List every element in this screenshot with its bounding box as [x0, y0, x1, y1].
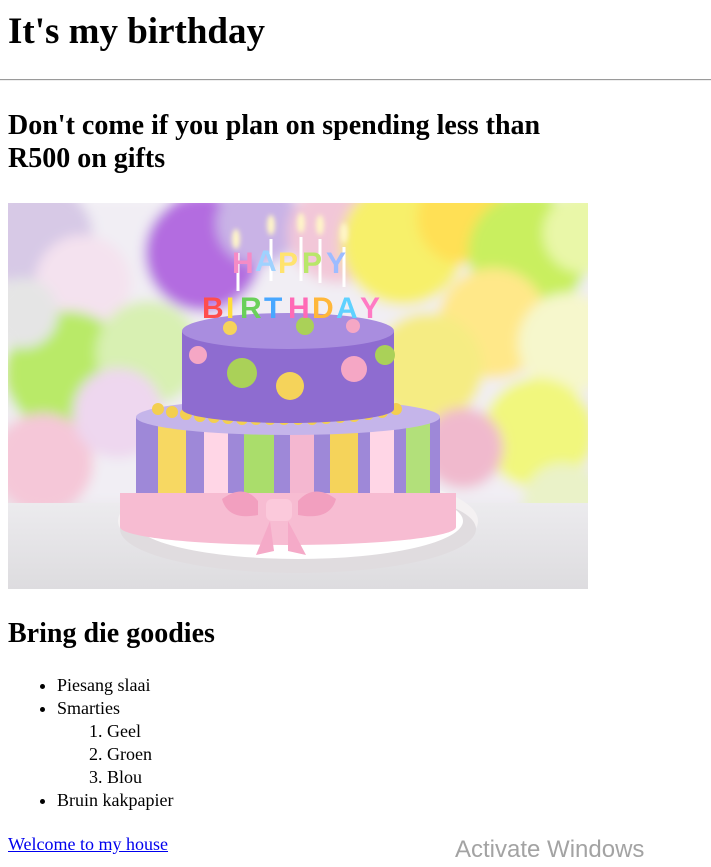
svg-text:B: B [202, 292, 224, 325]
svg-text:H: H [232, 247, 254, 280]
list-item: Geel [107, 720, 711, 743]
list-item: Smarties Geel Groen Blou [57, 697, 711, 789]
svg-text:H: H [288, 292, 310, 325]
svg-text:Y: Y [360, 292, 380, 325]
page-title: It's my birthday [8, 11, 265, 52]
list-item: Blou [107, 766, 711, 789]
svg-text:A: A [336, 292, 358, 325]
gift-notice-heading: Don't come if you plan on spending less … [8, 110, 541, 174]
activate-windows-watermark: Activate Windows [455, 836, 645, 863]
smarties-colors-list: Geel Groen Blou [57, 720, 711, 789]
svg-text:P: P [302, 247, 322, 280]
page-content: It's my birthday Don't come if you plan … [0, 0, 711, 856]
svg-text:D: D [312, 292, 334, 325]
svg-text:P: P [278, 247, 298, 280]
birthday-cake-image: H A P P Y B I R T H D A Y [8, 203, 588, 589]
list-item: Groen [107, 743, 711, 766]
list-item-label: Smarties [57, 698, 120, 718]
list-item-label: Bruin kakpapier [57, 790, 174, 810]
svg-text:T: T [264, 292, 282, 325]
svg-text:R: R [240, 292, 262, 325]
list-item: Bruin kakpapier [57, 789, 711, 812]
divider [0, 79, 711, 81]
svg-text:A: A [255, 245, 277, 278]
goodies-list: Piesang slaai Smarties Geel Groen Blou B… [8, 674, 711, 812]
welcome-link[interactable]: Welcome to my house [8, 833, 168, 856]
svg-text:Y: Y [326, 247, 346, 280]
svg-text:I: I [226, 292, 234, 325]
list-item: Piesang slaai [57, 674, 711, 697]
goodies-heading: Bring die goodies [8, 618, 215, 649]
list-item-label: Piesang slaai [57, 675, 151, 695]
